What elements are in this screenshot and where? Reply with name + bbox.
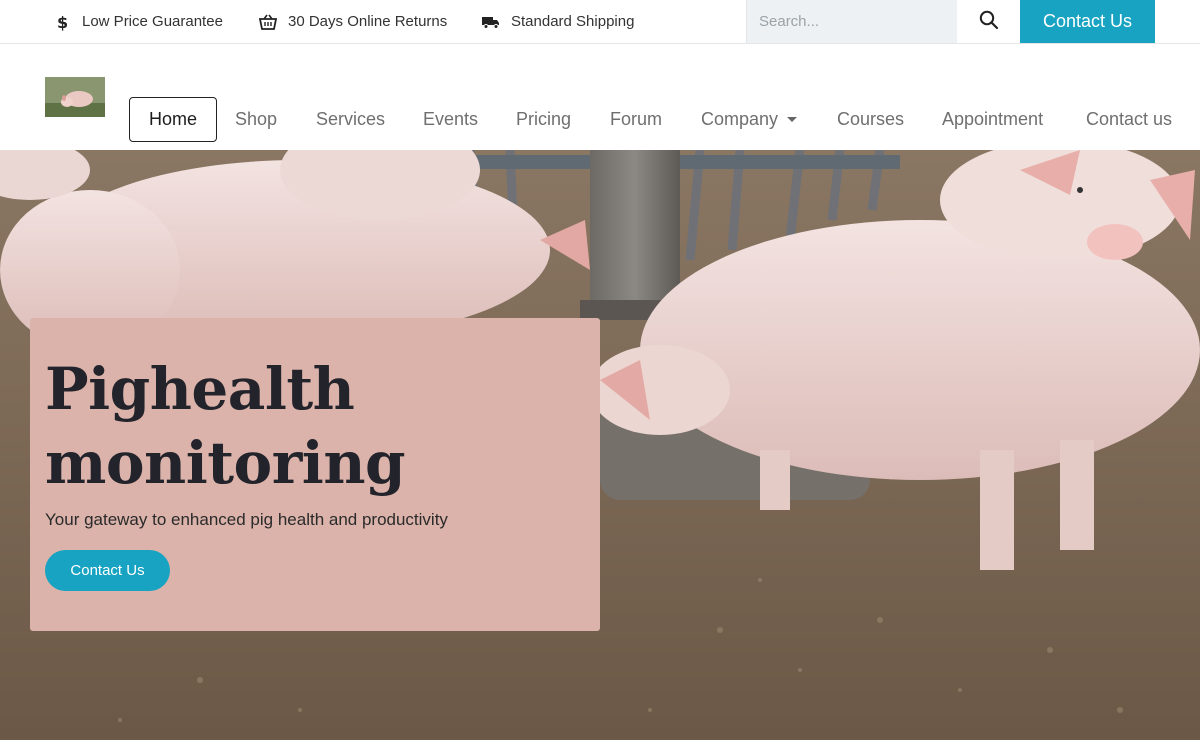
truck-icon xyxy=(481,12,501,32)
promo-returns: 30 Days Online Returns xyxy=(258,0,447,43)
nav-courses[interactable]: Courses xyxy=(837,97,904,142)
dollar-icon: $ xyxy=(52,12,72,32)
nav-contact-us[interactable]: Contact us xyxy=(1086,97,1172,142)
nav-events[interactable]: Events xyxy=(423,97,478,142)
logo[interactable] xyxy=(45,77,105,117)
nav-services[interactable]: Services xyxy=(316,97,385,142)
contact-us-button[interactable]: Contact Us xyxy=(1020,0,1155,43)
nav-company-dropdown[interactable]: Company xyxy=(701,97,798,142)
hero-section: Pighealth monitoring Your gateway to enh… xyxy=(0,150,1200,740)
nav-forum[interactable]: Forum xyxy=(610,97,662,142)
nav-pricing[interactable]: Pricing xyxy=(516,97,571,142)
basket-icon xyxy=(258,12,278,32)
chevron-down-icon xyxy=(787,117,798,122)
hero-subtitle: Your gateway to enhanced pig health and … xyxy=(45,510,448,529)
top-bar: $ Low Price Guarantee 30 Days Online Ret… xyxy=(0,0,1200,44)
hero-contact-button[interactable]: Contact Us xyxy=(45,550,170,591)
promo-label: Low Price Guarantee xyxy=(82,13,223,30)
nav-appointment[interactable]: Appointment xyxy=(942,97,1043,142)
main-nav: Home Shop Services Events Pricing Forum … xyxy=(0,44,1200,150)
promo-label: 30 Days Online Returns xyxy=(288,13,448,30)
nav-home[interactable]: Home xyxy=(129,97,218,142)
promo-shipping: Standard Shipping xyxy=(481,0,634,43)
search-input[interactable] xyxy=(746,0,957,43)
promo-price-guarantee: $ Low Price Guarantee xyxy=(52,0,223,43)
hero-card: Pighealth monitoring Your gateway to enh… xyxy=(30,318,600,631)
promo-label: Standard Shipping xyxy=(511,13,635,30)
nav-company-label: Company xyxy=(701,109,779,129)
hero-title: Pighealth monitoring xyxy=(45,355,406,497)
nav-shop[interactable]: Shop xyxy=(235,97,277,142)
search-icon xyxy=(979,10,999,33)
search-button[interactable] xyxy=(957,0,1020,43)
svg-text:$: $ xyxy=(57,13,68,31)
